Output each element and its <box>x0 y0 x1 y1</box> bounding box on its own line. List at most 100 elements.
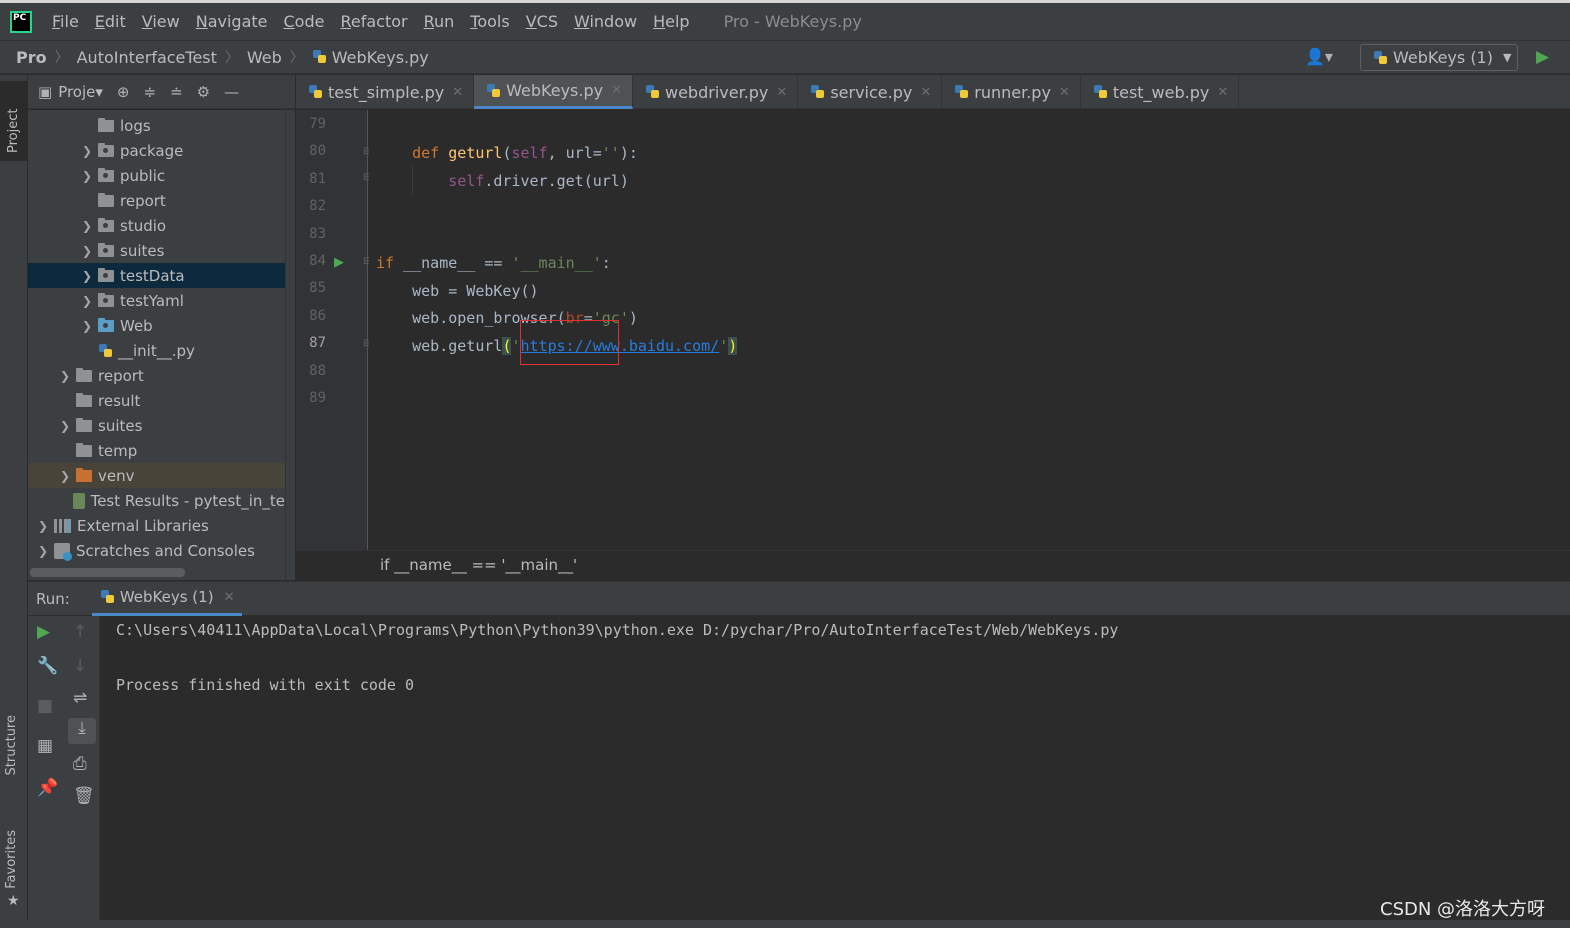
expand-all-icon[interactable]: ≑ <box>144 83 157 101</box>
arrow-up-icon[interactable]: ↑ <box>73 622 87 642</box>
tree-item[interactable]: Test Results - pytest_in_te <box>28 488 285 513</box>
menu-edit[interactable]: Edit <box>87 12 134 31</box>
user-account-icon[interactable]: 👤▾ <box>1305 47 1333 66</box>
tree-item[interactable]: ❯ public <box>28 163 285 188</box>
close-icon[interactable]: ✕ <box>1217 85 1228 100</box>
chevron-right-icon[interactable]: ❯ <box>58 469 72 483</box>
tree-item[interactable]: result <box>28 388 285 413</box>
package-folder-icon <box>98 292 114 307</box>
editor-tab[interactable]: WebKeys.py ✕ <box>474 75 633 109</box>
menu-run[interactable]: Run <box>416 12 463 31</box>
tree-horizontal-scrollbar[interactable] <box>30 568 185 577</box>
menu-code[interactable]: Code <box>276 12 333 31</box>
editor-tab-label: test_simple.py <box>328 82 445 102</box>
project-tool-tab[interactable]: Project <box>0 81 28 161</box>
tree-item[interactable]: ❯ report <box>28 363 285 388</box>
tree-item[interactable]: ❯ Scratches and Consoles <box>28 538 285 563</box>
rerun-icon[interactable]: ▶ <box>37 622 50 642</box>
menu-help[interactable]: Help <box>645 12 697 31</box>
chevron-right-icon[interactable]: ❯ <box>58 419 72 433</box>
arrow-down-icon[interactable]: ↓ <box>73 656 87 676</box>
wrench-icon[interactable]: 🔧 <box>37 656 58 676</box>
close-icon[interactable]: ✕ <box>611 83 622 98</box>
tree-item[interactable]: ❯ studio <box>28 213 285 238</box>
gear-icon[interactable]: ⚙ <box>197 83 210 101</box>
chevron-right-icon[interactable]: ❯ <box>80 269 94 283</box>
editor-tab[interactable]: test_web.py ✕ <box>1081 75 1240 109</box>
line-number: 88 <box>309 362 326 379</box>
editor-tab[interactable]: webdriver.py ✕ <box>633 75 799 109</box>
tree-item[interactable]: temp <box>28 438 285 463</box>
layout-icon[interactable]: ▦ <box>37 736 53 756</box>
structure-tool-tab[interactable]: Structure <box>4 715 19 775</box>
chevron-right-icon[interactable]: ❯ <box>80 169 94 183</box>
close-icon[interactable]: ✕ <box>1059 85 1070 100</box>
collapse-all-icon[interactable]: ≐ <box>170 83 183 101</box>
tree-item[interactable]: ❯ testYaml <box>28 288 285 313</box>
editor-breadcrumb[interactable]: if __name__ == '__main__' <box>296 550 1570 580</box>
locate-icon[interactable]: ⊕ <box>117 83 130 101</box>
menu-vcs[interactable]: VCS <box>518 12 566 31</box>
chevron-right-icon[interactable]: ❯ <box>80 294 94 308</box>
chevron-right-icon[interactable]: ❯ <box>58 369 72 383</box>
chevron-right-icon[interactable]: ❯ <box>36 519 50 533</box>
breadcrumb-folder[interactable]: Web <box>247 48 282 67</box>
close-icon[interactable]: ✕ <box>920 85 931 100</box>
tree-item[interactable]: ❯ Web <box>28 313 285 338</box>
tree-vertical-scrollbar[interactable] <box>285 110 295 580</box>
tree-item[interactable]: logs <box>28 113 285 138</box>
scroll-to-end-icon[interactable]: ⤓ <box>68 718 96 744</box>
tree-item[interactable]: ❯ suites <box>28 238 285 263</box>
tree-item[interactable]: ❯ testData <box>28 263 285 288</box>
favorites-tool-tab[interactable]: Favorites <box>4 830 19 889</box>
editor-tab[interactable]: test_simple.py ✕ <box>296 75 475 109</box>
close-icon[interactable]: ✕ <box>452 85 463 100</box>
tree-item[interactable]: ❯ package <box>28 138 285 163</box>
project-view-select[interactable]: Proje▾ <box>58 83 103 101</box>
print-icon[interactable]: ⎙ <box>73 754 87 774</box>
menu-refactor[interactable]: Refactor <box>332 12 415 31</box>
console-output[interactable]: C:\Users\40411\AppData\Local\Programs\Py… <box>101 616 1570 920</box>
matched-paren: ) <box>728 337 738 355</box>
self-keyword: self <box>511 144 548 162</box>
close-icon[interactable]: ✕ <box>776 85 787 100</box>
line-number: 83 <box>309 225 326 242</box>
menu-file[interactable]: File <box>44 12 87 31</box>
menu-navigate[interactable]: Navigate <box>188 12 276 31</box>
chevron-right-icon[interactable]: ❯ <box>80 144 94 158</box>
stop-icon[interactable]: ■ <box>37 696 53 716</box>
chevron-right-icon[interactable]: ❯ <box>80 319 94 333</box>
python-file-icon <box>1374 50 1387 64</box>
pin-icon[interactable]: 📌 <box>37 778 58 798</box>
soft-wrap-icon[interactable]: ⇌ <box>73 688 87 708</box>
menu-view[interactable]: View <box>134 12 188 31</box>
minimize-icon[interactable]: — <box>224 83 239 101</box>
package-folder-icon <box>98 267 114 282</box>
breadcrumb-file[interactable]: WebKeys.py <box>332 48 429 67</box>
trash-icon[interactable]: 🗑 <box>73 786 95 806</box>
chevron-right-icon[interactable]: ❯ <box>80 244 94 258</box>
tree-item[interactable]: ❯ venv <box>28 463 285 488</box>
run-tab[interactable]: WebKeys (1) ✕ <box>91 581 243 616</box>
tree-item-label: suites <box>120 241 165 260</box>
chevron-right-icon[interactable]: ❯ <box>80 219 94 233</box>
editor-tab[interactable]: runner.py ✕ <box>942 75 1081 109</box>
tree-item[interactable]: ❯ suites <box>28 413 285 438</box>
breadcrumb-project[interactable]: Pro <box>16 48 47 67</box>
tree-item-label: __init__.py <box>118 341 195 360</box>
menu-tools[interactable]: Tools <box>462 12 517 31</box>
watermark: CSDN @洛洛大方呀 <box>1380 899 1546 920</box>
tree-item[interactable]: __init__.py <box>28 338 285 363</box>
package-folder-icon <box>98 167 114 182</box>
tree-item[interactable]: report <box>28 188 285 213</box>
run-configuration-select[interactable]: WebKeys (1) ▼ <box>1360 44 1518 71</box>
run-icon[interactable]: ▶ <box>1536 47 1549 67</box>
close-icon[interactable]: ✕ <box>224 590 235 605</box>
editor-tab[interactable]: service.py ✕ <box>798 75 943 109</box>
chevron-right-icon[interactable]: ❯ <box>36 544 50 558</box>
breadcrumb-folder[interactable]: AutoInterfaceTest <box>77 48 217 67</box>
run-gutter-icon[interactable]: ▶ <box>334 255 344 270</box>
tree-item[interactable]: ❯ External Libraries <box>28 513 285 538</box>
menu-window[interactable]: Window <box>566 12 645 31</box>
tree-item-label: report <box>98 366 144 385</box>
